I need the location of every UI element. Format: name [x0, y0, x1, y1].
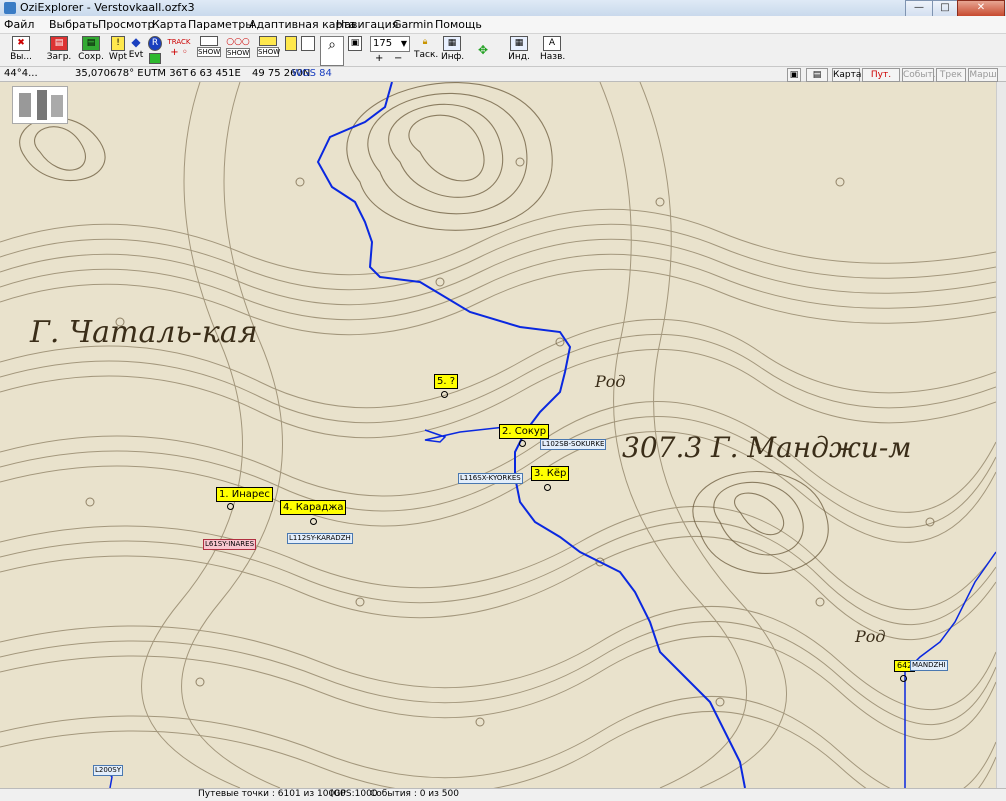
zoom-in-icon[interactable]: +: [375, 53, 383, 64]
menu-navigation[interactable]: Навигация: [336, 18, 398, 31]
names-icon: A: [543, 36, 561, 51]
waypoint-marker: [900, 675, 907, 682]
title-bar: OziExplorer - Verstovkaall.ozfx3 — □ ✕: [0, 0, 1006, 17]
track-button[interactable]: TRACK + ◦: [166, 36, 192, 64]
name-button[interactable]: [284, 36, 298, 64]
vertical-scrollbar[interactable]: [996, 82, 1006, 788]
route-button[interactable]: R: [146, 36, 164, 64]
wpt-button[interactable]: ! Wpt: [108, 36, 128, 64]
indicator-button[interactable]: ▦ Инд.: [508, 36, 530, 64]
utm-zone: UTM 36T: [144, 68, 189, 79]
diamond-icon: ◆: [131, 35, 141, 49]
easting-readout: 6 63 451E: [190, 68, 241, 79]
waypoint-unknown[interactable]: 5. ?: [434, 374, 459, 389]
menu-view[interactable]: Просмотр: [98, 18, 154, 31]
tasks-button[interactable]: 🔒︎ Таск.: [414, 36, 438, 64]
waypoint-marker: [544, 484, 551, 491]
menu-bar: Файл Выбрать Просмотр Карта Параметры Ад…: [0, 16, 1006, 34]
longitude-readout: 35,070678° E: [75, 68, 144, 79]
maximize-button[interactable]: □: [932, 0, 958, 17]
overview-thumbnail[interactable]: [12, 86, 68, 124]
waypoint-marker: [227, 503, 234, 510]
close-button[interactable]: ✕: [957, 0, 1005, 17]
show-routes-button[interactable]: SHOW: [257, 36, 280, 64]
minimize-button[interactable]: —: [905, 0, 933, 17]
route-icon: R: [148, 36, 162, 51]
menu-settings[interactable]: Параметры: [188, 18, 254, 31]
window-title: OziExplorer - Verstovkaall.ozfx3: [20, 1, 195, 14]
toggle-waypoints-button[interactable]: Пут. точ.: [862, 68, 900, 92]
trackpoint-kyorkes[interactable]: L116SX-KYORKES: [458, 473, 523, 484]
toggle-track-button[interactable]: Трек: [936, 68, 966, 82]
mountain-label-1: Г. Чаталь-кая: [29, 315, 258, 350]
load-icon: ▤: [50, 36, 68, 51]
exit-button[interactable]: ✖ Вы...: [6, 36, 36, 64]
rod-label-1: Род: [594, 372, 626, 391]
status-bar: Путевые точки : 6101 из 10000 (GPS:1000 …: [0, 788, 1006, 801]
show-waypoints-button[interactable]: SHOW: [197, 36, 221, 64]
mountain-label-2: 307.3 Г. Манджи-м: [622, 431, 912, 464]
menu-garmin[interactable]: Garmin: [393, 18, 433, 31]
map-canvas[interactable]: Г. Чаталь-кая 307.3 Г. Манджи-м Род Род …: [0, 82, 996, 788]
line-button[interactable]: [300, 36, 316, 64]
trackpoint-sokurke[interactable]: L102SB-SOKURKE: [540, 439, 607, 450]
waypoint-karadzha[interactable]: 4. Караджа: [280, 500, 347, 515]
circles-icon: ○○○: [226, 37, 250, 47]
event-count: События : 0 из 500: [370, 789, 459, 799]
move-button[interactable]: ✥: [470, 36, 496, 64]
toolbar: ✖ Вы... ▤ Загр. ▤ Сохр. ! Wpt ◆ Evt R TR…: [0, 34, 1006, 67]
app-icon: [4, 2, 16, 14]
menu-file[interactable]: Файл: [4, 18, 34, 31]
export-icon[interactable]: ▤: [806, 68, 828, 82]
evt-button[interactable]: ◆ Evt: [127, 36, 145, 64]
waypoints-icon: [200, 36, 218, 46]
latitude-readout: 44°4...: [4, 68, 38, 79]
name-icon: [285, 36, 297, 51]
move-arrows-icon: ✥: [477, 43, 489, 57]
trackpoint-mandzhi[interactable]: MANDZHI: [910, 660, 948, 671]
line-icon: [301, 36, 315, 51]
image-icon[interactable]: ▣: [787, 68, 801, 82]
zoom-tool-button[interactable]: ⌕: [320, 36, 344, 66]
load-button[interactable]: ▤ Загр.: [44, 36, 74, 64]
wpt-icon: !: [111, 36, 125, 51]
zoom-select[interactable]: 175 ▼: [370, 36, 410, 52]
windows-button[interactable]: ▣: [346, 36, 364, 64]
zoom-out-icon[interactable]: −: [394, 53, 402, 64]
info-button[interactable]: ▦ Инф.: [441, 36, 464, 64]
menu-select[interactable]: Выбрать: [49, 18, 99, 31]
green-square-icon: [149, 53, 161, 64]
exit-icon: ✖: [12, 36, 30, 51]
show-events-button[interactable]: ○○○ SHOW: [226, 36, 250, 64]
windows-icon: ▣: [348, 36, 362, 51]
save-button[interactable]: ▤ Сохр.: [76, 36, 106, 64]
toggle-events-button[interactable]: Событ.: [902, 68, 936, 82]
menu-help[interactable]: Помощь: [435, 18, 482, 31]
waypoint-kyor[interactable]: 3. Кёр: [531, 466, 570, 481]
names-button[interactable]: A Назв.: [540, 36, 565, 64]
datum-readout: WGS 84: [292, 68, 332, 79]
routes-icon: [259, 36, 277, 46]
plus-icon: + ◦: [170, 47, 188, 58]
save-icon: ▤: [82, 36, 100, 51]
topographic-map: Г. Чаталь-кая 307.3 Г. Манджи-м Род Род: [0, 82, 996, 788]
waypoint-marker: [519, 440, 526, 447]
indicator-icon: ▦: [510, 36, 528, 51]
trackpoint-karadzh[interactable]: L112SY-KARADZH: [287, 533, 353, 544]
trackpoint-l200sy[interactable]: L200SY: [93, 765, 123, 776]
menu-map[interactable]: Карта: [152, 18, 187, 31]
chevron-down-icon: ▼: [400, 39, 407, 48]
lock-icon: 🔒︎: [422, 37, 428, 47]
toggle-map-button[interactable]: Карта: [832, 68, 861, 82]
waypoint-count: Путевые точки : 6101 из 10000: [198, 789, 346, 799]
magnifier-icon: ⌕: [328, 37, 336, 53]
waypoint-marker: [441, 391, 448, 398]
waypoint-inares[interactable]: 1. Инарес: [216, 487, 273, 502]
toggle-route-button[interactable]: Марш: [968, 68, 998, 82]
trackpoint-inares[interactable]: L61SY-INARES: [203, 539, 257, 550]
info-icon: ▦: [443, 36, 461, 51]
rod-label-2: Род: [854, 627, 886, 646]
waypoint-sokur[interactable]: 2. Сокур: [499, 424, 550, 439]
waypoint-marker: [310, 518, 317, 525]
